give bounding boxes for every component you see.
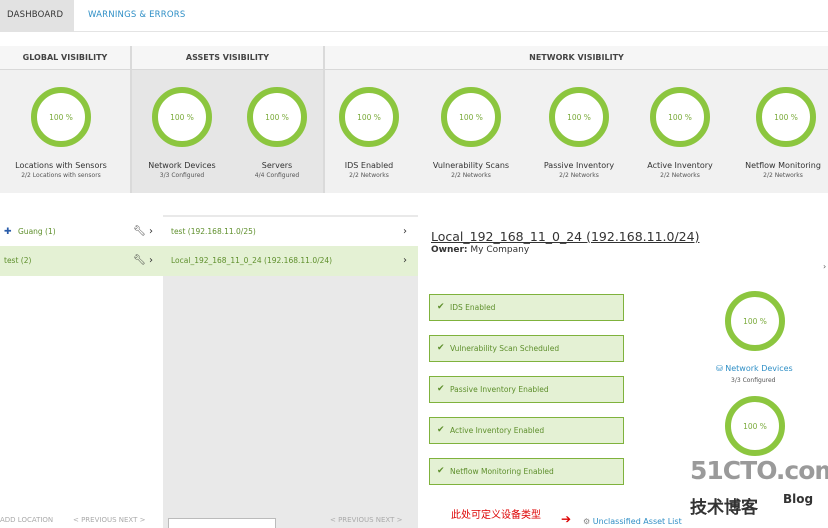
check-passive-inventory[interactable]: ✔ Passive Inventory Enabled bbox=[429, 376, 624, 403]
gauge-label: Locations with Sensors bbox=[15, 161, 107, 170]
chevron-right-icon[interactable]: › bbox=[403, 246, 407, 276]
owner-value: My Company bbox=[470, 245, 530, 255]
servers-gauge[interactable]: 100 % bbox=[247, 87, 307, 147]
gauge-value: 100 % bbox=[743, 421, 767, 431]
gauge-value: 100 % bbox=[567, 112, 591, 122]
gauge-sub: 2/2 Networks bbox=[451, 172, 491, 179]
pagination-locations[interactable]: < PREVIOUS NEXT > bbox=[73, 512, 145, 528]
networks-list: test (192.168.11.0/25) › Local_192_168_1… bbox=[163, 215, 418, 528]
asset-icon: ⚙ bbox=[583, 517, 591, 526]
check-label: Passive Inventory Enabled bbox=[450, 385, 549, 394]
check-label: Active Inventory Enabled bbox=[450, 426, 545, 435]
network-title: Local_192_168_11_0_24 (192.168.11.0/24) bbox=[431, 229, 700, 244]
location-label: Guang (1) bbox=[18, 227, 56, 236]
gauge-sub: 2/2 Networks bbox=[660, 172, 700, 179]
gauge-value: 100 % bbox=[774, 112, 798, 122]
gauge-label: Passive Inventory bbox=[543, 161, 615, 170]
gauge-sub: 2/2 Networks bbox=[349, 172, 389, 179]
scroll-marker-icon: › bbox=[823, 262, 827, 271]
check-netflow-monitoring[interactable]: ✔ Netflow Monitoring Enabled bbox=[429, 458, 624, 485]
network-row[interactable]: Local_192_168_11_0_24 (192.168.11.0/24) … bbox=[163, 246, 418, 276]
check-icon: ✔ bbox=[437, 343, 445, 353]
check-label: IDS Enabled bbox=[450, 303, 496, 312]
servers-gauge[interactable]: 100 % bbox=[725, 396, 785, 456]
watermark-subtitle: 技术博客 bbox=[690, 498, 758, 518]
ids-enabled-gauge[interactable]: 100 % bbox=[339, 87, 399, 147]
annotation-text: 此处可定义设备类型 bbox=[451, 510, 541, 521]
gauge-label: Active Inventory bbox=[647, 161, 713, 170]
gauge-label: Netflow Monitoring bbox=[745, 161, 821, 170]
gauge-sub: 2/2 Networks bbox=[763, 172, 803, 179]
gauge-value: 100 % bbox=[265, 112, 289, 122]
assets-visibility-header: ASSETS VISIBILITY bbox=[132, 46, 323, 70]
passive-inventory-gauge[interactable]: 100 % bbox=[549, 87, 609, 147]
gauge-sub: 4/4 Configured bbox=[254, 172, 300, 179]
gauge-value: 100 % bbox=[743, 316, 767, 326]
tab-warnings-errors[interactable]: WARNINGS & ERRORS bbox=[88, 0, 185, 32]
divider bbox=[130, 46, 132, 193]
gauge-label: IDS Enabled bbox=[344, 161, 394, 170]
network-row[interactable]: test (192.168.11.0/25) › bbox=[163, 217, 418, 247]
check-active-inventory[interactable]: ✔ Active Inventory Enabled bbox=[429, 417, 624, 444]
global-visibility-header: GLOBAL VISIBILITY bbox=[0, 46, 130, 70]
watermark-logo: 51CTO.com bbox=[690, 456, 828, 485]
owner-label: Owner: bbox=[431, 245, 468, 255]
netflow-monitoring-gauge[interactable]: 100 % bbox=[756, 87, 816, 147]
gauge-label: Vulnerability Scans bbox=[432, 161, 510, 170]
gauge-label: Network Devices bbox=[148, 161, 216, 170]
check-icon: ✔ bbox=[437, 302, 445, 312]
network-devices-gauge[interactable]: 100 % bbox=[152, 87, 212, 147]
location-row[interactable]: test (2) 🔧︎ › bbox=[0, 246, 163, 276]
visibility-panel: GLOBAL VISIBILITY ASSETS VISIBILITY NETW… bbox=[0, 46, 828, 193]
tab-dashboard[interactable]: DASHBOARD bbox=[0, 0, 74, 32]
unclassified-asset-link[interactable]: ⚙ Unclassified Asset List bbox=[583, 517, 682, 526]
active-inventory-gauge[interactable]: 100 % bbox=[650, 87, 710, 147]
gauge-label: Servers bbox=[261, 161, 293, 170]
gauge-sub: 2/2 Networks bbox=[559, 172, 599, 179]
check-icon: ✔ bbox=[437, 466, 445, 476]
network-visibility-header: NETWORK VISIBILITY bbox=[325, 46, 828, 70]
top-tabs: DASHBOARD WARNINGS & ERRORS bbox=[0, 0, 828, 32]
network-devices-label: Network Devices bbox=[725, 364, 793, 373]
pagination-networks[interactable]: < PREVIOUS NEXT > bbox=[330, 512, 402, 528]
network-label: test (192.168.11.0/25) bbox=[171, 227, 256, 236]
unclassified-asset-label: Unclassified Asset List bbox=[592, 517, 682, 526]
devices-icon: ⛁ bbox=[716, 364, 723, 373]
gauge-value: 100 % bbox=[49, 112, 73, 122]
check-ids-enabled[interactable]: ✔ IDS Enabled bbox=[429, 294, 624, 321]
network-devices-link[interactable]: ⛁ Network Devices bbox=[716, 364, 793, 373]
gauge-sub: 3/3 Configured bbox=[159, 172, 205, 179]
add-location-link[interactable]: ADD LOCATION bbox=[0, 512, 53, 528]
gauge-value: 100 % bbox=[170, 112, 194, 122]
location-label: test (2) bbox=[4, 256, 32, 265]
check-vulnerability-scan[interactable]: ✔ Vulnerability Scan Scheduled bbox=[429, 335, 624, 362]
search-input[interactable] bbox=[168, 518, 276, 528]
gauge-value: 100 % bbox=[459, 112, 483, 122]
wrench-icon[interactable]: 🔧︎ bbox=[133, 217, 146, 247]
locations-with-sensors-gauge[interactable]: 100 % bbox=[31, 87, 91, 147]
gauge-sub: 2/2 Locations with sensors bbox=[21, 172, 101, 179]
chevron-right-icon[interactable]: › bbox=[149, 217, 153, 247]
check-icon: ✔ bbox=[437, 425, 445, 435]
annotation-arrow-icon: ➔ bbox=[561, 512, 572, 526]
divider bbox=[323, 46, 325, 193]
owner-line: Owner: My Company bbox=[431, 245, 529, 255]
chevron-right-icon[interactable]: › bbox=[149, 246, 153, 276]
check-label: Netflow Monitoring Enabled bbox=[450, 467, 554, 476]
network-devices-gauge[interactable]: 100 % bbox=[725, 291, 785, 351]
check-label: Vulnerability Scan Scheduled bbox=[450, 344, 560, 353]
check-icon: ✔ bbox=[437, 384, 445, 394]
watermark-blog: Blog bbox=[783, 492, 814, 506]
wrench-icon[interactable]: 🔧︎ bbox=[133, 246, 146, 276]
network-devices-sub: 3/3 Configured bbox=[731, 377, 776, 384]
finland-flag-icon: ✚ bbox=[4, 227, 12, 237]
locations-list: ✚ Guang (1) 🔧︎ › test (2) 🔧︎ › bbox=[0, 215, 163, 528]
vulnerability-scans-gauge[interactable]: 100 % bbox=[441, 87, 501, 147]
gauge-value: 100 % bbox=[357, 112, 381, 122]
network-label: Local_192_168_11_0_24 (192.168.11.0/24) bbox=[171, 256, 333, 265]
chevron-right-icon[interactable]: › bbox=[403, 217, 407, 247]
location-row[interactable]: ✚ Guang (1) 🔧︎ › bbox=[0, 217, 163, 247]
gauge-value: 100 % bbox=[668, 112, 692, 122]
